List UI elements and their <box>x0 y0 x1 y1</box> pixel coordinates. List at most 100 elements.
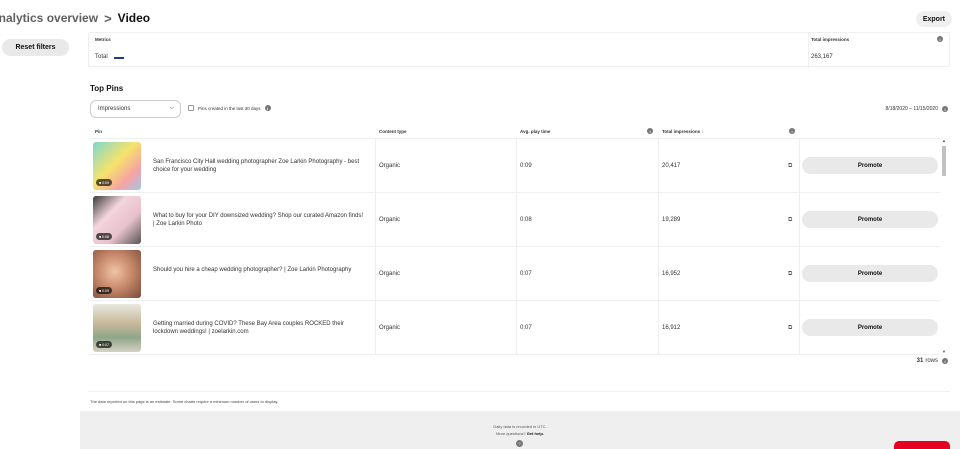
info-icon[interactable]: i <box>942 358 948 364</box>
copy-icon[interactable]: ⧉ <box>788 325 792 332</box>
content-type-value: Organic <box>379 325 401 331</box>
main-content: Metrics Total impressions i Total 263,16… <box>80 30 960 449</box>
pin-title[interactable]: Getting married during COVID? These Bay … <box>153 320 363 336</box>
table-scrollbar[interactable]: ▲ ▼ <box>940 138 948 354</box>
video-duration-badge: ■ 0:08 <box>96 233 112 240</box>
top-pins-table: Pin Content type Avg. play time i Total … <box>90 126 950 355</box>
breadcrumb-analytics-overview[interactable]: Analytics overview <box>0 11 98 25</box>
video-duration-text: 0:09 <box>102 180 109 185</box>
column-divider <box>658 193 659 247</box>
export-button[interactable]: Export <box>915 11 952 27</box>
get-help-link[interactable]: Get help. <box>527 431 544 436</box>
info-icon[interactable]: i <box>937 36 943 42</box>
data-disclaimer: The data reported on this page is an est… <box>90 399 279 404</box>
pin-thumbnail[interactable]: ■ 0:07 <box>93 304 141 352</box>
play-time-value: 0:07 <box>520 271 532 277</box>
promote-button[interactable]: Promote <box>802 157 938 174</box>
recent-pins-filter: Pins created in the last 30 days i <box>188 105 271 111</box>
scrollbar-thumb[interactable] <box>942 146 946 176</box>
pin-title[interactable]: San Francisco City Hall wedding photogra… <box>153 158 363 174</box>
impressions-value: 16,952 <box>662 271 681 277</box>
table-row: ■ 0:07 Getting married during COVID? The… <box>90 301 940 355</box>
column-divider <box>375 247 376 301</box>
info-icon[interactable]: i <box>647 128 653 134</box>
page-footer: Daily data is recorded in UTC. More ques… <box>80 411 960 449</box>
breadcrumb: Analytics overview > Video <box>0 11 150 26</box>
info-icon[interactable]: i <box>789 128 795 134</box>
column-divider <box>516 247 517 301</box>
video-duration-badge: ■ 0:09 <box>96 179 112 186</box>
content-type-column-header[interactable]: Content type <box>379 129 407 134</box>
column-divider <box>658 139 659 193</box>
primary-action-button[interactable] <box>894 441 950 449</box>
analytics-app: Analytics overview > Video Export Reset … <box>0 0 960 449</box>
video-duration-text: 0:08 <box>102 234 109 239</box>
column-divider <box>799 193 800 247</box>
column-divider <box>658 301 659 355</box>
metric-select-dropdown[interactable]: Impressions ⌵ <box>90 100 181 118</box>
content-type-value: Organic <box>379 163 401 169</box>
metrics-table: Metrics Total impressions i Total 263,16… <box>88 32 950 68</box>
total-impressions-value: 263,167 <box>811 54 833 60</box>
pin-thumbnail[interactable]: ■ 0:09 <box>93 250 141 298</box>
content-type-value: Organic <box>379 271 401 277</box>
promote-button[interactable]: Promote <box>802 265 938 282</box>
scroll-up-arrow-icon[interactable]: ▲ <box>942 138 946 143</box>
date-range: 8/18/2020 – 11/15/2020 i <box>886 106 948 112</box>
top-pins-heading: Top Pins <box>90 84 124 93</box>
column-divider <box>375 139 376 193</box>
column-divider <box>658 247 659 301</box>
impressions-value: 20,417 <box>662 163 681 169</box>
footer-help-prefix: More questions? <box>496 431 526 436</box>
reset-filters-button[interactable]: Reset filters <box>2 39 69 56</box>
column-divider <box>375 193 376 247</box>
recent-pins-checkbox-label: Pins created in the last 30 days <box>198 105 261 111</box>
content-type-value: Organic <box>379 217 401 223</box>
column-divider <box>516 301 517 355</box>
pin-title[interactable]: What to buy for your DIY downsized weddi… <box>153 212 363 228</box>
pin-thumbnail[interactable]: ■ 0:09 <box>93 142 141 190</box>
column-divider <box>799 301 800 355</box>
section-divider <box>88 391 950 392</box>
play-time-value: 0:09 <box>520 163 532 169</box>
info-icon[interactable]: i <box>264 105 271 111</box>
footer-help-line: More questions? Get help. <box>80 431 960 436</box>
total-impressions-column-header: Total impressions <box>811 37 850 42</box>
column-divider <box>799 247 800 301</box>
recent-pins-checkbox[interactable] <box>188 105 194 111</box>
column-divider <box>799 139 800 193</box>
promote-button[interactable]: Promote <box>802 211 938 228</box>
page-title: Video <box>117 11 151 25</box>
date-range-text: 8/18/2020 – 11/15/2020 <box>885 106 938 112</box>
play-time-column-header[interactable]: Avg. play time <box>520 129 550 134</box>
rows-count-label: rows <box>925 358 938 364</box>
video-duration-badge: ■ 0:09 <box>96 287 112 294</box>
pin-thumbnail[interactable]: ■ 0:08 <box>93 196 141 244</box>
video-duration-text: 0:07 <box>102 342 109 347</box>
rows-count-number: 31 <box>916 358 924 364</box>
column-divider <box>516 193 517 247</box>
scroll-down-arrow-icon[interactable]: ▼ <box>942 349 946 354</box>
copy-icon[interactable]: ⧉ <box>788 217 792 224</box>
video-duration-text: 0:09 <box>102 288 109 293</box>
impressions-column-header[interactable]: Total impressions ↓ <box>662 129 704 134</box>
rows-count: 31 rows i <box>917 358 948 364</box>
video-duration-badge: ■ 0:07 <box>96 341 112 348</box>
pin-title[interactable]: Should you hire a cheap wedding photogra… <box>153 266 363 274</box>
copy-icon[interactable]: ⧉ <box>788 163 792 170</box>
help-icon[interactable]: ? <box>516 440 523 447</box>
copy-icon[interactable]: ⧉ <box>788 271 792 278</box>
column-divider <box>375 301 376 355</box>
sidebar: Reset filters <box>0 36 80 449</box>
play-time-value: 0:07 <box>520 325 532 331</box>
pin-column-header: Pin <box>95 129 103 134</box>
promote-button[interactable]: Promote <box>802 319 938 336</box>
impressions-value: 16,912 <box>662 325 681 331</box>
breadcrumb-separator: > <box>104 10 112 26</box>
metric-select-value: Impressions <box>98 106 131 112</box>
column-divider <box>808 33 809 68</box>
play-time-value: 0:08 <box>520 217 532 223</box>
table-header: Pin Content type Avg. play time i Total … <box>90 126 950 138</box>
info-icon[interactable]: i <box>942 106 948 112</box>
table-row: ■ 0:09 Should you hire a cheap wedding p… <box>90 247 940 301</box>
